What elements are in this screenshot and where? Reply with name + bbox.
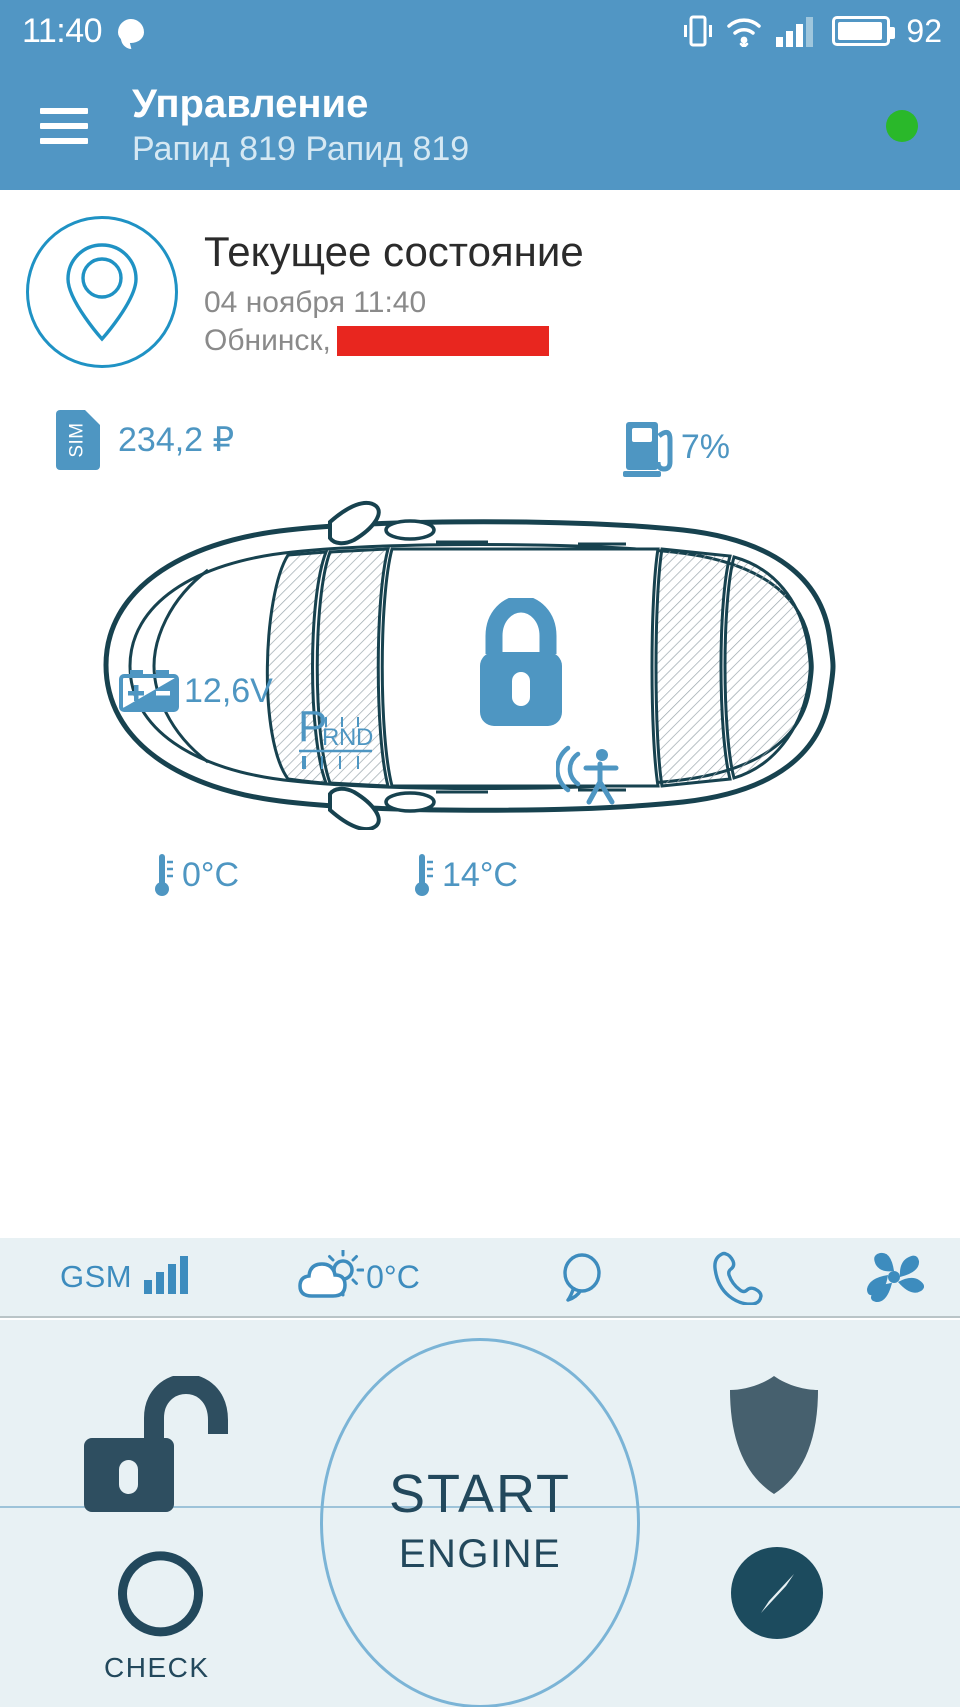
outside-temperature-indicator: 0°C [150,852,239,898]
app-screen: 11:40 92 Управление Рапид 819 Рапид 819 … [0,0,960,1707]
hamburger-menu-icon[interactable] [40,108,88,144]
car-battery-indicator: 12,6V [118,668,273,714]
check-circle-arrow-icon [117,1551,203,1637]
bottom-status-strip: GSM 0°C [0,1238,960,1318]
phone-handset-icon [713,1251,763,1305]
android-status-bar: 11:40 92 [0,0,960,62]
padlock-closed-icon [480,598,562,726]
thermometer-icon [415,854,433,896]
car-battery-icon [119,670,179,712]
svg-text:R: R [322,724,339,751]
sim-card-label: SIM [67,422,88,458]
fuel-pump-icon [622,422,673,477]
prnd-selector-icon: P R N D [298,702,373,769]
cloud-sun-icon [298,1250,365,1298]
sim-balance-item[interactable]: SIM 234,2 ₽ [56,410,234,470]
thermometer-icon [155,854,173,896]
vehicle-name-label: Рапид 819 Рапид 819 [132,130,470,168]
shock-sensor-icon [556,745,619,805]
unlock-button[interactable] [78,1376,230,1516]
fan-icon [866,1252,924,1303]
car-diagram[interactable]: 12,6V P R N D 0°C 14°C [0,500,960,896]
check-button[interactable]: CHECK [104,1548,210,1684]
state-address: Обнинск, [204,324,584,358]
battery-percent-label: 92 [906,12,942,49]
wifi-icon [727,18,762,47]
state-city-label: Обнинск, [204,324,331,357]
fuel-level-value: 7% [680,427,730,466]
battery-icon [832,16,896,46]
address-redaction-bar [336,326,549,356]
outside-temperature-value: 0°C [182,855,240,894]
page-title: Управление [132,82,369,126]
weather-status-item[interactable]: 0°C [298,1250,420,1304]
svg-text:N: N [339,724,356,751]
control-pad: CHECK START ENGINE [0,1320,960,1707]
compass-icon [731,1547,823,1639]
chat-status-item[interactable] [556,1251,608,1303]
signal-bars-icon [144,1256,189,1294]
start-button-primary-label: START [388,1464,572,1524]
navigation-button[interactable] [728,1544,826,1642]
meters-row: SIM 234,2 ₽ 7% [0,410,960,484]
status-bar-icons: 92 [684,13,942,50]
cabin-temperature-value: 14°C [442,855,518,894]
svg-text:D: D [356,724,373,751]
start-engine-button[interactable]: START ENGINE [320,1338,640,1707]
start-button-secondary-label: ENGINE [398,1532,562,1576]
chat-bubble-icon [563,1253,601,1302]
check-button-label: CHECK [104,1652,210,1683]
cabin-temperature-indicator: 14°C [410,852,518,898]
sim-card-icon: SIM [56,410,100,470]
padlock-open-icon [84,1376,228,1512]
sim-balance-value: 234,2 ₽ [118,421,235,459]
status-bar-clock: 11:40 [22,11,103,50]
chat-bubble-icon [118,19,145,43]
app-bar: Управление Рапид 819 Рапид 819 [0,62,960,190]
vibrate-icon [684,15,713,47]
cellular-signal-icon [776,17,814,47]
state-text-block: Текущее состояние 04 ноября 11:40 Обнинс… [204,216,584,368]
state-title: Текущее состояние [204,228,584,275]
car-outline-illustration [103,500,836,830]
connection-status-dot [886,110,918,142]
state-datetime: 04 ноября 11:40 [204,286,427,319]
fuel-level-item: 7% [622,416,730,478]
gsm-label: GSM [60,1259,133,1294]
gsm-status-item[interactable]: GSM [60,1256,189,1295]
app-bar-titles: Управление Рапид 819 Рапид 819 [132,81,469,171]
shield-icon [730,1376,818,1494]
phone-status-item[interactable] [712,1249,764,1305]
security-button[interactable] [726,1372,822,1498]
location-pin-icon [26,216,178,368]
weather-temperature-value: 0°C [366,1258,420,1295]
car-battery-value: 12,6V [184,671,273,710]
current-state-card[interactable]: Текущее состояние 04 ноября 11:40 Обнинс… [0,190,960,368]
fan-status-item[interactable] [864,1248,924,1306]
